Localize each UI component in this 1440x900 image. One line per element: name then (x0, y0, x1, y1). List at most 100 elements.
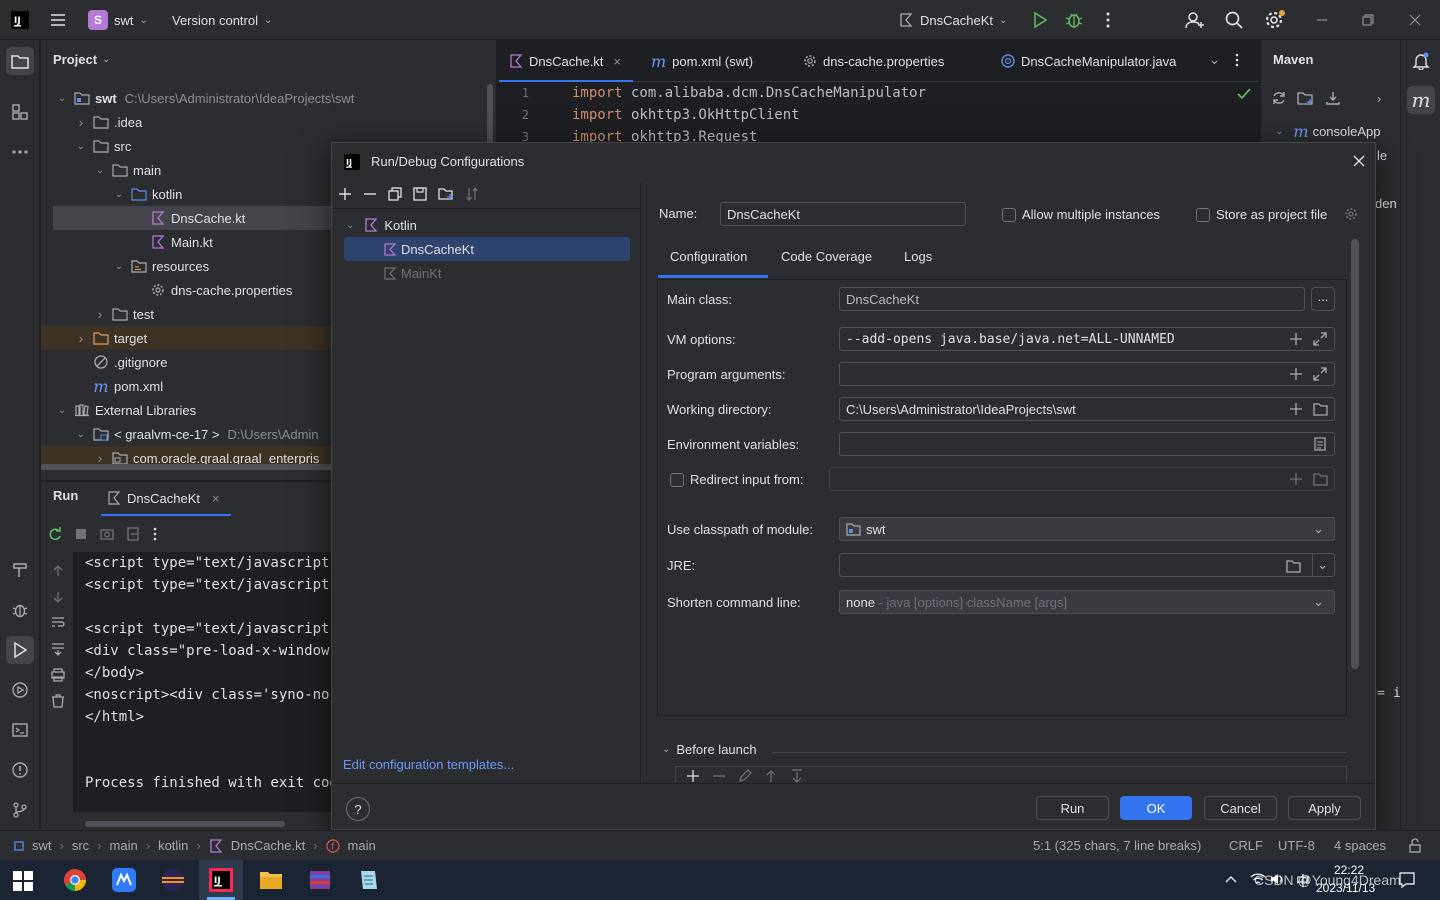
maven-tool-icon[interactable]: m (1407, 86, 1435, 114)
run-config-selector[interactable]: DnsCacheKt ⌄ (898, 8, 1007, 32)
breadcrumb-item[interactable]: main (348, 838, 376, 853)
stop-icon[interactable] (73, 526, 89, 542)
print-icon[interactable] (50, 668, 66, 682)
app-logo-icon[interactable]: IJ (10, 8, 30, 32)
problems-icon[interactable] (6, 756, 34, 784)
chevron-down-icon[interactable]: ⌄ (112, 261, 126, 272)
debug-icon[interactable] (1064, 8, 1084, 32)
chevron-down-icon[interactable]: ⌄ (55, 405, 69, 416)
expand-icon[interactable] (1313, 332, 1327, 346)
expand-icon[interactable] (1313, 367, 1327, 381)
document-icon[interactable] (1313, 437, 1327, 451)
camera-icon[interactable] (99, 526, 115, 542)
build-hammer-icon[interactable] (6, 556, 34, 584)
messenger-app-icon[interactable] (112, 868, 136, 892)
remove-icon[interactable] (712, 769, 726, 783)
redirect-input-checkbox[interactable] (670, 473, 684, 487)
more-actions-icon[interactable] (1100, 8, 1116, 32)
allow-multiple-checkbox[interactable] (1002, 208, 1016, 222)
add-icon[interactable] (1289, 367, 1303, 381)
tab-pom-xml[interactable]: m pom.xml (swt) (651, 40, 753, 82)
breadcrumb-item[interactable]: swt (32, 838, 52, 853)
search-icon[interactable] (1224, 8, 1244, 32)
config-item-dnscachekt[interactable]: DnsCacheKt (344, 237, 630, 261)
trash-icon[interactable] (50, 694, 66, 708)
project-panel-header[interactable]: Project ⌄ (53, 52, 110, 67)
restore-icon[interactable] (1360, 8, 1376, 32)
windows-start-icon[interactable] (13, 871, 33, 891)
scrollbar[interactable] (85, 821, 285, 827)
gear-icon[interactable] (1344, 207, 1358, 221)
save-icon[interactable] (413, 187, 427, 201)
close-tab-icon[interactable]: × (613, 54, 621, 69)
soft-wrap-icon[interactable] (50, 616, 66, 630)
scroll-to-end-icon[interactable] (50, 642, 66, 656)
breadcrumb-item[interactable]: src (72, 838, 89, 853)
notepad-icon[interactable] (357, 869, 381, 891)
jre-field[interactable]: ⌄ (839, 553, 1335, 577)
classpath-module-select[interactable]: swt ⌄ (839, 517, 1335, 541)
close-icon[interactable] (1352, 154, 1366, 168)
help-button[interactable]: ? (346, 797, 370, 821)
folder-icon[interactable] (1313, 472, 1328, 486)
close-window-icon[interactable] (1407, 8, 1423, 32)
project-tool-icon[interactable] (6, 47, 34, 75)
tab-code-coverage[interactable]: Code Coverage (781, 249, 872, 264)
redirect-input-field[interactable] (829, 467, 1335, 491)
config-item-mainkt[interactable]: MainKt (344, 261, 630, 285)
exit-icon[interactable] (125, 526, 141, 542)
line-separator[interactable]: CRLF (1229, 838, 1263, 853)
add-icon[interactable] (1289, 472, 1303, 486)
arrow-up-icon[interactable] (51, 564, 65, 578)
ok-button[interactable]: OK (1120, 796, 1192, 820)
folder-icon[interactable] (1313, 402, 1328, 416)
settings-gear-icon[interactable] (1264, 8, 1286, 32)
apply-button[interactable]: Apply (1288, 796, 1361, 820)
more-icon[interactable] (1233, 52, 1241, 68)
eclipse-app-icon[interactable] (160, 868, 186, 892)
scrollbar[interactable] (1351, 239, 1359, 669)
run-tool-icon[interactable] (6, 636, 34, 664)
chevron-right-icon[interactable]: › (74, 330, 88, 346)
main-menu-icon[interactable] (48, 8, 68, 32)
environment-variables-field[interactable] (839, 432, 1335, 456)
run-button[interactable]: Run (1036, 796, 1109, 820)
taskbar-active-app[interactable]: IJ (199, 860, 243, 900)
project-switcher[interactable]: S swt ⌄ (88, 8, 148, 32)
working-directory-field[interactable]: C:\Users\Administrator\IdeaProjects\swt (839, 397, 1335, 421)
input-language[interactable]: 中 (1296, 871, 1310, 891)
git-branch-icon[interactable] (6, 796, 34, 824)
tab-dnscache-kt[interactable]: DnsCache.kt × (509, 40, 621, 82)
file-explorer-icon[interactable] (259, 869, 283, 891)
chevron-right-icon[interactable]: › (74, 114, 88, 130)
name-field[interactable]: DnsCacheKt (720, 202, 966, 226)
clock-time[interactable]: 22:22 (1334, 863, 1364, 877)
chevron-down-icon[interactable]: ⌄ (1317, 557, 1328, 573)
chevron-down-icon[interactable]: ⌄ (74, 141, 88, 152)
clock-date[interactable]: 2023/11/13 (1316, 881, 1375, 895)
caret-position[interactable]: 5:1 (325 chars, 7 line breaks) (1033, 838, 1201, 853)
arrow-down-icon[interactable] (51, 590, 65, 604)
tab-logs[interactable]: Logs (904, 249, 932, 264)
maven-project-item[interactable]: ⌄ m consoleApp (1275, 122, 1381, 141)
program-arguments-field[interactable] (839, 362, 1335, 386)
services-icon[interactable] (6, 676, 34, 704)
main-class-field[interactable]: DnsCacheKt (839, 287, 1305, 311)
run-icon[interactable] (1030, 8, 1050, 32)
add-icon[interactable] (1289, 332, 1303, 346)
lock-icon[interactable] (1408, 838, 1422, 854)
before-launch-header[interactable]: ⌄ Before launch (662, 742, 757, 757)
shorten-command-select[interactable]: none - java [options] className [args] ⌄ (839, 590, 1335, 614)
download-icon[interactable] (1325, 90, 1341, 106)
chevron-down-icon[interactable]: ⌄ (74, 429, 88, 440)
minimize-icon[interactable] (1314, 8, 1330, 32)
cancel-button[interactable]: Cancel (1204, 796, 1277, 820)
copy-icon[interactable] (388, 187, 402, 201)
tray-chevron-up-icon[interactable] (1224, 872, 1238, 886)
store-as-file-checkbox[interactable] (1196, 208, 1210, 222)
chevron-right-icon[interactable]: › (93, 306, 107, 322)
chevron-right-icon[interactable]: › (1377, 91, 1381, 106)
new-folder-icon[interactable] (438, 187, 454, 201)
move-up-icon[interactable] (764, 769, 778, 783)
add-icon[interactable] (686, 769, 700, 783)
